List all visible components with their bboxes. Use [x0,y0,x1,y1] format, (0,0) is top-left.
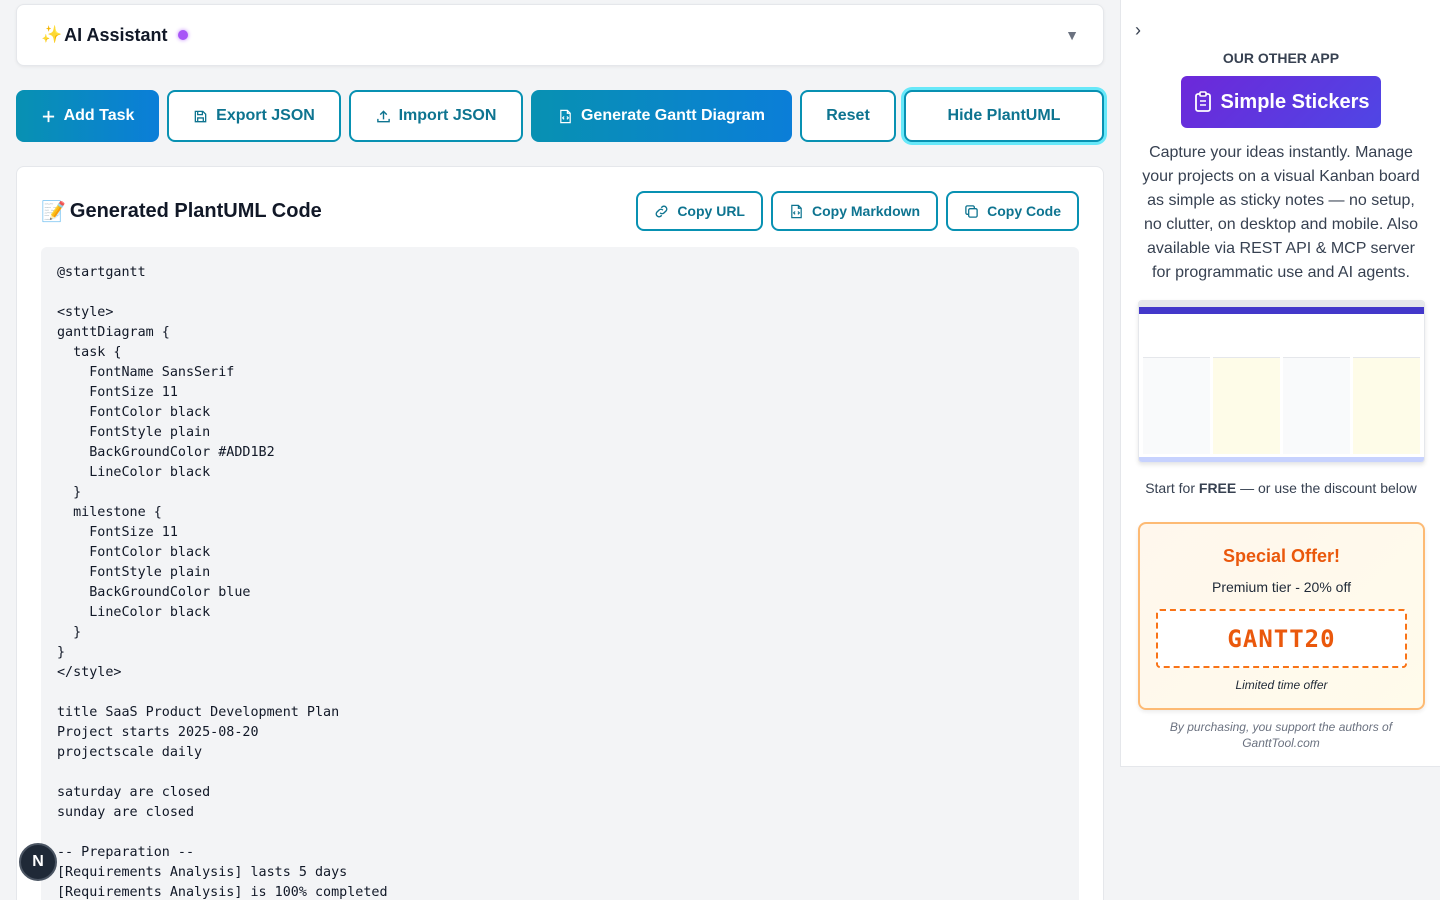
code-panel-header: 📝 Generated PlantUML Code Copy URL Copy … [41,191,1079,231]
generate-gantt-label: Generate Gantt Diagram [580,107,766,124]
export-json-button[interactable]: Export JSON [167,90,341,142]
chevron-right-icon[interactable]: › [1135,20,1141,41]
chevron-down-icon[interactable]: ▼ [1065,27,1079,43]
plantuml-code-text: @startgantt <style> ganttDiagram { task … [57,265,388,900]
export-json-label: Export JSON [216,107,315,124]
copy-icon [965,204,978,218]
screenshot-footer [1139,457,1424,462]
add-task-label: Add Task [63,107,135,124]
screenshot-column [1283,357,1350,454]
import-json-button[interactable]: Import JSON [349,90,523,142]
support-note: By purchasing, you support the authors o… [1169,720,1393,750]
screenshot-nav [1139,307,1424,314]
ai-assistant-title: ✨ AI Assistant [41,25,188,46]
dev-tools-badge[interactable]: N [19,843,57,881]
status-dot-icon [177,30,188,40]
plus-icon [42,110,54,122]
promo-heading: OUR OTHER APP [1222,50,1340,66]
plantuml-code-panel: 📝 Generated PlantUML Code Copy URL Copy … [16,166,1104,900]
screenshot-kanban [1143,357,1420,454]
code-panel-title: 📝 Generated PlantUML Code [41,199,322,224]
copy-markdown-label: Copy Markdown [811,203,921,219]
file-code-icon [560,109,571,123]
toolbar: Add Task Export JSON Import JSON Generat… [16,90,1104,142]
screenshot-column [1213,357,1280,454]
offer-limited-text: Limited time offer [1235,678,1328,692]
screenshot-column [1143,357,1210,454]
sparkle-icon: ✨ [41,25,63,44]
special-offer-card: Special Offer! Premium tier - 20% off GA… [1138,522,1425,710]
copy-url-button[interactable]: Copy URL [636,191,763,231]
clipboard-icon [1194,91,1211,112]
hide-plantuml-label: Hide PlantUML [947,107,1061,124]
generate-gantt-button[interactable]: Generate Gantt Diagram [531,90,792,142]
coupon-code[interactable]: GANTT20 [1156,609,1407,668]
app-name: Simple Stickers [1220,90,1370,113]
screenshot-column [1353,357,1420,454]
hide-plantuml-button[interactable]: Hide PlantUML [904,90,1104,142]
copy-markdown-button[interactable]: Copy Markdown [770,191,939,231]
save-icon [194,110,207,122]
import-json-label: Import JSON [398,107,497,124]
copy-buttons: Copy URL Copy Markdown Copy Code [636,191,1079,231]
start-free-bold: FREE [1198,480,1237,496]
start-free-suffix: — or use the discount below [1236,480,1417,496]
ai-assistant-label: AI Assistant [64,24,168,45]
file-code-icon [791,204,802,218]
promo-description: Capture your ideas instantly. Manage you… [1142,144,1420,281]
app-screenshot[interactable] [1138,300,1425,463]
code-panel-title-text: Generated PlantUML Code [69,199,322,222]
reset-label: Reset [826,107,870,124]
offer-title: Special Offer! [1222,546,1341,566]
start-free-text: Start for FREE — or use the discount bel… [1121,480,1440,496]
ai-assistant-panel[interactable]: ✨ AI Assistant ▼ [16,4,1104,66]
copy-url-label: Copy URL [677,203,745,219]
offer-subtitle: Premium tier - 20% off [1211,579,1351,595]
code-block[interactable]: @startgantt <style> ganttDiagram { task … [41,247,1079,900]
upload-icon [376,109,390,122]
memo-icon: 📝 [41,200,66,223]
simple-stickers-link[interactable]: Simple Stickers [1181,76,1381,128]
add-task-button[interactable]: Add Task [16,90,159,142]
start-free-prefix: Start for [1145,480,1199,496]
main-area: ✨ AI Assistant ▼ Add Task Export JSON Im… [0,0,1120,900]
reset-button[interactable]: Reset [800,90,896,142]
promo-sidebar: › OUR OTHER APP Simple Stickers Capture … [1120,0,1440,767]
copy-code-label: Copy Code [987,203,1061,219]
link-icon [655,205,668,217]
copy-code-button[interactable]: Copy Code [946,191,1079,231]
